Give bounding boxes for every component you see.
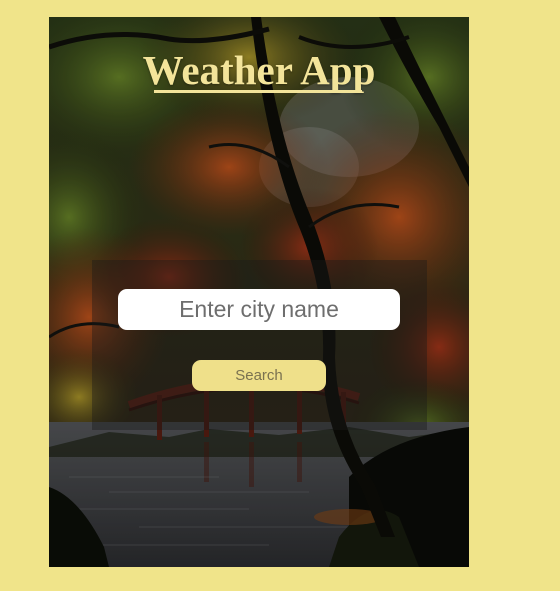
- search-panel: Search: [92, 260, 427, 430]
- page-title: Weather App: [142, 47, 376, 93]
- weather-app-container: Weather App Search: [49, 17, 469, 567]
- search-button[interactable]: Search: [192, 360, 326, 391]
- title-underline: [154, 90, 362, 93]
- city-search-input[interactable]: [118, 289, 400, 330]
